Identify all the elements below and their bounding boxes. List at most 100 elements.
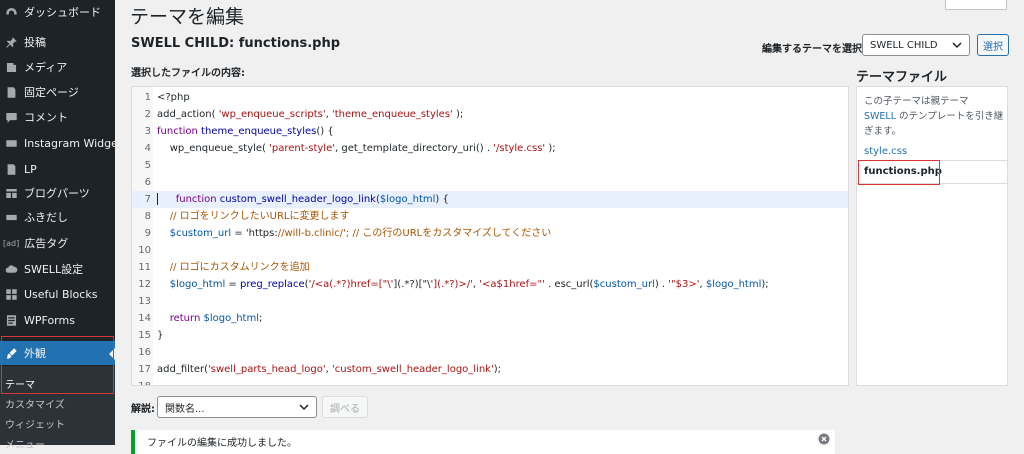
line-number: 4 — [144, 143, 151, 154]
line-number: 7 — [144, 194, 151, 205]
code-line[interactable]: 18 — [132, 378, 848, 385]
sidebar-item-swell-settings[interactable]: SWELL設定 — [0, 257, 115, 281]
sidebar-item-label: ブログパーツ — [24, 187, 90, 200]
help-tab[interactable] — [945, 0, 1007, 10]
sidebar-item-label: メディア — [24, 61, 68, 74]
sidebar-item-wpforms[interactable]: WPForms — [0, 308, 115, 332]
dashboard-icon — [4, 5, 18, 19]
function-name-select[interactable]: 関数名... — [157, 396, 317, 418]
code-line[interactable]: 1 <?php — [132, 89, 848, 106]
sidebar-item-posts[interactable]: 投稿 — [0, 30, 115, 54]
line-number: 2 — [144, 109, 151, 120]
sidebar-item-media[interactable]: メディア — [0, 55, 115, 79]
line-number: 3 — [144, 126, 151, 137]
instagram-icon — [4, 136, 18, 150]
code-line[interactable]: 7 function custom_swell_header_logo_link… — [132, 191, 848, 208]
ad-icon: [ad] — [3, 238, 20, 248]
code-line[interactable]: 15} — [132, 327, 848, 344]
line-number: 1 — [144, 92, 151, 103]
line-number: 9 — [144, 228, 151, 239]
line-number: 12 — [138, 279, 151, 290]
chevron-down-icon — [952, 42, 962, 49]
code-line[interactable]: 6 — [132, 174, 848, 191]
sidebar-item-pages[interactable]: 固定ページ — [0, 80, 115, 104]
select-theme-button[interactable]: 選択 — [977, 34, 1009, 56]
sidebar-item-comments[interactable]: コメント — [0, 105, 115, 129]
code-text: // ロゴにカスタムリンクを追加 — [157, 262, 310, 273]
file-link-style-css[interactable]: style.css — [864, 146, 907, 157]
sidebar-item-instagram-widget[interactable]: Instagram Widget — [0, 131, 115, 155]
code-line[interactable]: 11 // ロゴにカスタムリンクを追加 — [132, 259, 848, 276]
code-line[interactable]: 5 — [132, 157, 848, 174]
speech-bubble-icon — [4, 210, 18, 224]
code-line[interactable]: 12 $logo_html = preg_replace('/<a(.*?)hr… — [132, 276, 848, 293]
theme-select-value: SWELL CHILD — [870, 39, 938, 51]
code-line[interactable]: 14 return $logo_html; — [132, 310, 848, 327]
code-line[interactable]: 8 // ロゴをリンクしたいURLに変更します — [132, 208, 848, 225]
lookup-button[interactable]: 調べる — [322, 396, 368, 418]
code-line[interactable]: 9 $custom_url = 'https://will-b.clinic/'… — [132, 225, 848, 242]
success-notice: ファイルの編集に成功しました。 — [131, 430, 835, 454]
line-number: 18 — [132, 378, 151, 385]
documentation-label: 解説: — [131, 404, 155, 415]
code-line[interactable]: 16 — [132, 344, 848, 361]
sidebar-item-label: コメント — [24, 111, 68, 124]
theme-select[interactable]: SWELL CHILD — [862, 34, 970, 56]
code-text: add_filter('swell_parts_head_logo', 'cus… — [157, 364, 501, 375]
file-content-label: 選択したファイルの内容: — [131, 68, 245, 79]
line-number: 11 — [138, 262, 151, 273]
line-number: 5 — [144, 160, 151, 171]
code-line[interactable]: 4 wp_enqueue_style( 'parent-style', get_… — [132, 140, 848, 157]
code-line[interactable]: 17 add_filter('swell_parts_head_logo', 'c… — [132, 361, 848, 378]
text-cursor — [157, 193, 158, 205]
code-line[interactable]: 3 function theme_enqueue_styles() { — [132, 123, 848, 140]
sidebar-item-speech-bubble[interactable]: ふきだし — [0, 205, 115, 229]
theme-select-label: 編集するテーマを選択: — [762, 44, 866, 55]
sidebar-item-label: ダッシュボード — [24, 6, 101, 19]
code-text: } — [157, 330, 164, 341]
form-icon — [4, 313, 18, 327]
sidebar-item-blog-parts[interactable]: ブログパーツ — [0, 181, 115, 205]
pin-icon — [4, 35, 18, 49]
line-number: 10 — [138, 245, 151, 256]
line-number: 14 — [138, 313, 151, 324]
sidebar-item-label: Useful Blocks — [24, 287, 98, 301]
code-editor[interactable]: 1 <?php 2 add_action( 'wp_enqueue_scripts',… — [131, 86, 849, 386]
code-text: wp_enqueue_style( 'parent-style', get_te… — [157, 143, 556, 154]
line-number: 6 — [144, 177, 151, 188]
sidebar-item-label: Instagram Widget — [24, 136, 115, 150]
child-theme-note: この子テーマは親テーマ SWELL のテンプレートを引き継ぎます。 — [864, 94, 1004, 139]
code-text: function theme_enqueue_styles() { — [157, 126, 334, 137]
highlight-box-appearance — [1, 336, 114, 394]
sidebar-item-lp[interactable]: LP — [0, 157, 115, 181]
code-text: $logo_html = preg_replace('/<a(.*?)href=… — [169, 279, 769, 290]
line-number: 16 — [138, 347, 151, 358]
submenu-item-menus[interactable]: メニュー — [5, 436, 45, 451]
sidebar-item-label: 投稿 — [24, 36, 46, 49]
page-icon — [4, 85, 18, 99]
submenu-item-customize[interactable]: カスタマイズ — [5, 396, 65, 411]
sidebar-item-label: LP — [24, 162, 37, 176]
code-line[interactable]: 2 add_action( 'wp_enqueue_scripts', 'them… — [132, 106, 848, 123]
sidebar-item-label: 広告タグ — [24, 237, 69, 250]
sidebar-item-dashboard[interactable]: ダッシュボード — [0, 0, 115, 24]
line-number: 13 — [138, 296, 151, 307]
sidebar-item-useful-blocks[interactable]: Useful Blocks — [0, 282, 115, 306]
parent-theme-link[interactable]: SWELL — [864, 111, 896, 122]
comment-icon — [4, 110, 18, 124]
dismiss-icon[interactable] — [818, 433, 830, 445]
page-title: テーマを編集 — [130, 6, 245, 28]
code-line[interactable]: 10 — [132, 242, 848, 259]
page-icon — [4, 162, 18, 176]
sidebar-item-label: WPForms — [24, 313, 75, 327]
code-line[interactable]: 13 — [132, 293, 848, 310]
code-text: return $logo_html; — [169, 313, 263, 324]
line-number: 8 — [144, 211, 151, 222]
line-number: 17 — [138, 364, 151, 375]
media-icon — [4, 60, 18, 74]
code-text: add_action( 'wp_enqueue_scripts', 'theme… — [157, 109, 464, 120]
submenu-item-widgets[interactable]: ウィジェット — [5, 416, 65, 431]
code-text: function custom_swell_header_logo_link($… — [157, 191, 449, 208]
sidebar-item-ad-tags[interactable]: [ad] 広告タグ — [0, 231, 115, 255]
grid-icon — [4, 287, 18, 301]
